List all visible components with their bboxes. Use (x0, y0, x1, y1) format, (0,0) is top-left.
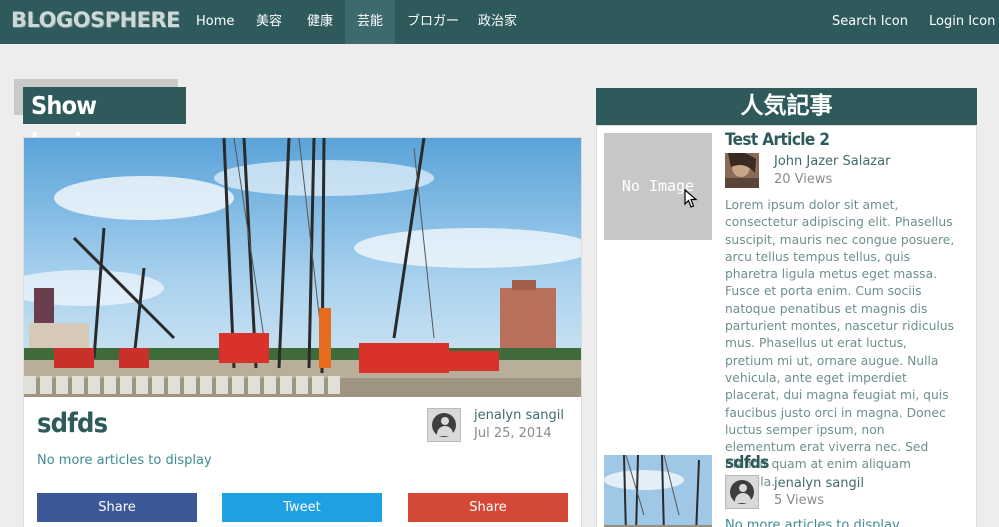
no-more-articles: No more articles to display (37, 453, 212, 468)
mouse-pointer-icon (684, 188, 698, 214)
article-author[interactable]: jenalyn sangil (474, 408, 564, 423)
popular-article-views: 20 Views (774, 172, 833, 187)
article-card: sdfds jenalyn sangil Jul 25, 2014 No mor… (23, 137, 582, 527)
google-share-button[interactable]: Share (408, 493, 568, 522)
search-link[interactable]: Search Icon (832, 0, 908, 44)
nav-item-beauty[interactable]: 美容 (246, 0, 292, 44)
login-link[interactable]: Login Icon (929, 0, 995, 44)
nav-item-health[interactable]: 健康 (297, 0, 343, 44)
user-avatar-icon (427, 408, 461, 442)
nav-item-bloggers[interactable]: ブロガー (397, 0, 469, 44)
popular-article-thumbnail[interactable] (604, 455, 712, 527)
article-date: Jul 25, 2014 (474, 426, 552, 441)
no-image-placeholder[interactable]: No Image (604, 133, 712, 240)
section-title: Show business (23, 87, 186, 157)
popular-articles-heading: 人気記事 (596, 88, 977, 125)
author-photo (725, 153, 759, 188)
twitter-tweet-button[interactable]: Tweet (222, 493, 382, 522)
facebook-share-button[interactable]: Share (37, 493, 197, 522)
nav-item-home[interactable]: Home (186, 0, 244, 44)
popular-article-author-2[interactable]: jenalyn sangil (774, 476, 864, 491)
nav-item-politicians[interactable]: 政治家 (468, 0, 527, 44)
user-avatar-icon (725, 475, 759, 509)
popular-article-views-2: 5 Views (774, 493, 825, 508)
popular-article-title-2[interactable]: sdfds (725, 453, 769, 473)
popular-article-title[interactable]: Test Article 2 (725, 130, 830, 150)
popular-article-author[interactable]: John Jazer Salazar (774, 154, 890, 169)
site-logo[interactable]: BLOGOSPHERE (11, 8, 181, 32)
article-title[interactable]: sdfds (37, 408, 108, 439)
popular-article-excerpt: Lorem ipsum dolor sit amet, consectetur … (725, 198, 955, 489)
article-image[interactable] (24, 138, 581, 397)
top-navbar: BLOGOSPHERE Home 美容 健康 芸能 ブロガー 政治家 Searc… (0, 0, 999, 44)
nav-item-entertainment[interactable]: 芸能 (345, 0, 395, 44)
sidebar-no-more-articles: No more articles to display (725, 518, 900, 527)
